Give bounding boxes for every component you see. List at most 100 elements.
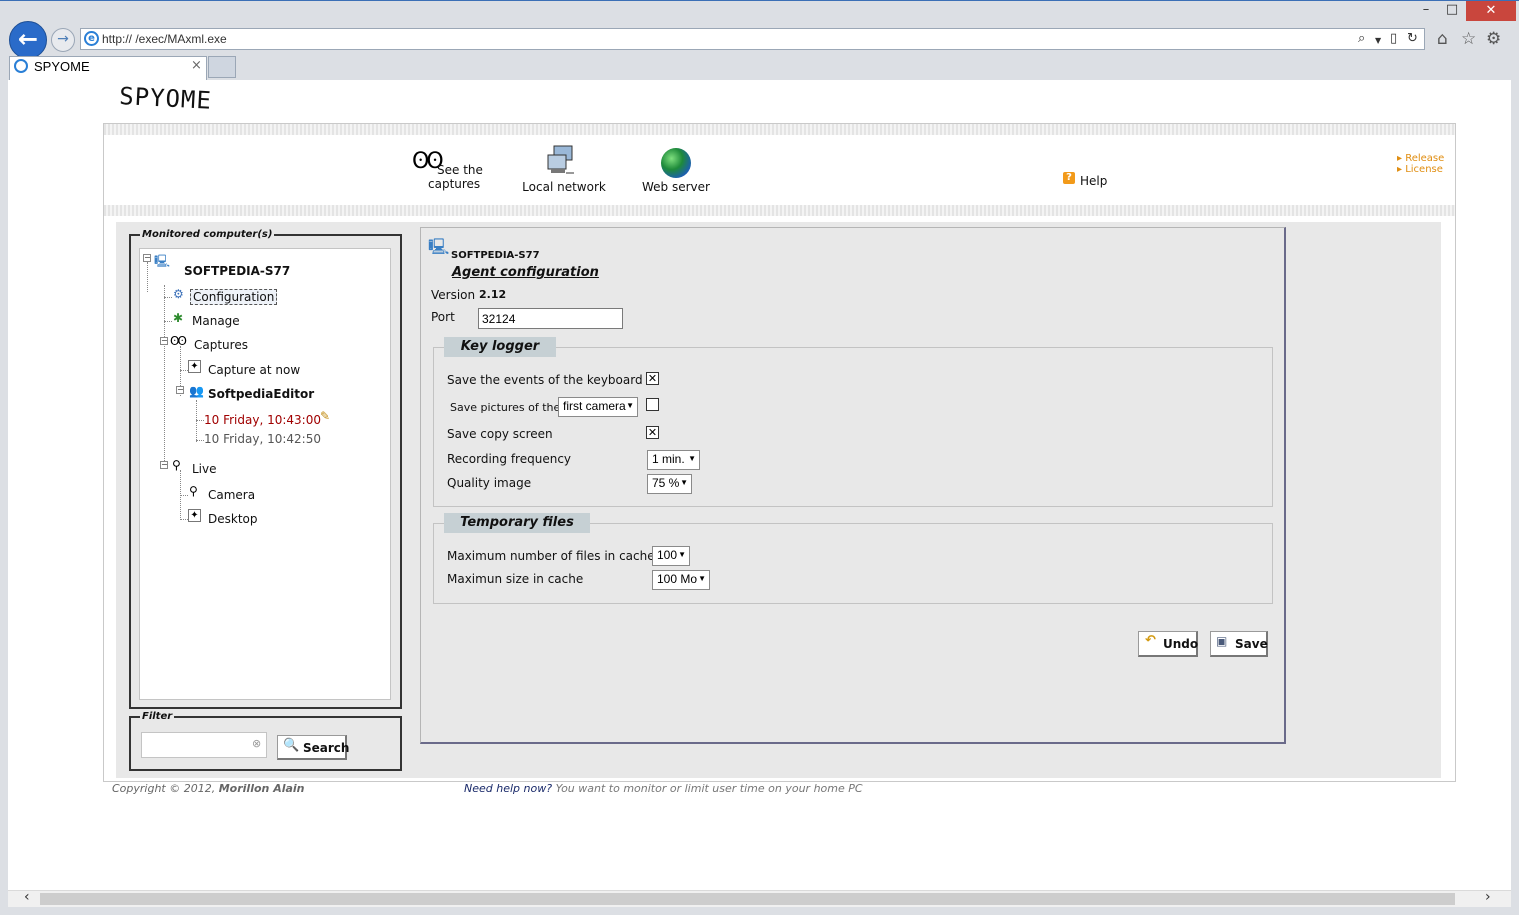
globe-icon[interactable]: [661, 148, 691, 178]
dropdown-icon[interactable]: ▼: [1375, 36, 1381, 45]
tree-live[interactable]: Live: [192, 462, 217, 476]
scrollbar-thumb[interactable]: [40, 893, 1455, 905]
search-icon[interactable]: ⌕: [1358, 31, 1365, 46]
back-button[interactable]: ←: [9, 21, 47, 59]
tree-line: [164, 321, 172, 322]
tab-close-icon[interactable]: ×: [191, 58, 202, 73]
address-bar[interactable]: [80, 28, 1425, 50]
filter-legend: Filter: [140, 711, 175, 722]
search-button[interactable]: 🔍 Search: [277, 735, 350, 760]
computer-icon: 🖳: [428, 237, 450, 256]
compat-icon[interactable]: ▯: [1390, 31, 1397, 46]
copy-screen-checkbox[interactable]: ✕: [646, 426, 659, 439]
filter-input[interactable]: [141, 732, 267, 758]
tree-manage[interactable]: Manage: [192, 314, 240, 328]
users-icon: 👥: [189, 384, 204, 398]
key-logger-title: Key logger: [444, 337, 556, 357]
favorites-star-icon[interactable]: ☆: [1461, 29, 1476, 49]
footer-help: Need help now? You want to monitor or li…: [464, 782, 863, 795]
tree-capture-entry[interactable]: 10 Friday, 10:42:50: [204, 432, 321, 446]
copyright-label: Copyright © 2012,: [112, 782, 216, 795]
chevron-down-icon: ▼: [678, 550, 686, 559]
header-stripe-top: [104, 124, 1455, 135]
license-link[interactable]: ▸ License: [1397, 164, 1443, 175]
nav-local-network[interactable]: Local network: [516, 180, 612, 194]
camera-select[interactable]: first camera ▼: [558, 397, 638, 417]
tree-desktop[interactable]: Desktop: [208, 512, 258, 526]
header-band: [103, 123, 1456, 217]
version-value: 2.12: [479, 288, 507, 301]
tree-camera[interactable]: Camera: [208, 488, 255, 502]
window-frame-left: [0, 80, 8, 915]
port-input[interactable]: [478, 308, 623, 329]
max-size-select-value: 100 Mo: [657, 572, 698, 586]
frequency-select[interactable]: 1 min. ▼: [647, 450, 700, 470]
max-files-select[interactable]: 100 ▼: [652, 546, 690, 566]
keyboard-events-checkbox[interactable]: ✕: [646, 372, 659, 385]
collapse-toggle[interactable]: −: [160, 461, 168, 469]
chevron-down-icon: ▼: [698, 574, 706, 583]
webcam-icon: ⚲: [189, 484, 198, 498]
help-link[interactable]: Help: [1080, 174, 1107, 188]
release-link[interactable]: ▸ Release: [1397, 153, 1444, 164]
collapse-toggle[interactable]: −: [176, 386, 184, 394]
save-pictures-checkbox[interactable]: [646, 398, 659, 411]
tree-capture-entry[interactable]: 10 Friday, 10:43:00: [204, 413, 321, 427]
quality-select[interactable]: 75 % ▼: [647, 474, 692, 494]
key-logger-group: [433, 347, 1273, 507]
arrow-right-icon: →: [57, 31, 69, 47]
collapse-toggle[interactable]: −: [160, 337, 168, 345]
scroll-left-icon[interactable]: ‹: [24, 889, 30, 905]
nav-web-server[interactable]: Web server: [636, 180, 716, 194]
max-size-select[interactable]: 100 Mo ▼: [652, 570, 710, 590]
new-tab-button[interactable]: [208, 56, 236, 78]
tree-line: [164, 285, 165, 469]
ie-tab-icon: [14, 59, 28, 73]
agent-computer-name: SOFTPEDIA-S77: [451, 250, 540, 261]
monitored-computers-legend: Monitored computer(s): [140, 229, 275, 240]
frequency-select-value: 1 min.: [652, 452, 685, 466]
port-label: Port: [431, 310, 455, 324]
window-frame-bottom: [0, 907, 1519, 915]
nav-captures-label: See the captures: [428, 163, 483, 191]
triangle-right-icon: ▸: [1397, 164, 1406, 175]
network-computer-icon[interactable]: [546, 145, 576, 177]
tree-line: [147, 262, 148, 292]
tree-computer[interactable]: SOFTPEDIA-S77: [184, 264, 290, 278]
clear-icon[interactable]: ⊗: [252, 737, 261, 750]
spyome-logo: SPYOME: [118, 82, 213, 115]
undo-button[interactable]: ↶ Undo: [1138, 631, 1198, 657]
tree-line: [196, 420, 204, 421]
floppy-disk-icon: ▣: [1216, 634, 1228, 648]
max-size-label: Maximun size in cache: [447, 572, 584, 586]
tree-line: [196, 440, 204, 441]
copy-screen-label: Save copy screen: [447, 427, 553, 441]
max-files-select-value: 100: [657, 548, 678, 562]
gear-icon: ⚙: [173, 287, 184, 301]
save-pictures-label: Save pictures of the: [450, 401, 561, 414]
tree-user[interactable]: SoftpediaEditor: [208, 387, 314, 401]
scroll-right-icon[interactable]: ›: [1485, 889, 1491, 905]
tree-captures[interactable]: Captures: [194, 338, 248, 352]
save-button[interactable]: ▣ Save: [1210, 631, 1268, 657]
copyright-text: Copyright © 2012, Morillon Alain: [112, 782, 305, 795]
address-text[interactable]: http:// /exec/MAxml.exe: [102, 32, 227, 46]
help-icon[interactable]: ?: [1063, 172, 1075, 184]
quality-select-value: 75 %: [652, 476, 680, 490]
collapse-toggle[interactable]: −: [143, 254, 151, 262]
tree-configuration[interactable]: Configuration: [190, 289, 278, 305]
refresh-icon[interactable]: ↻: [1407, 31, 1418, 46]
gear-icon[interactable]: ⚙: [1486, 29, 1501, 49]
save-button-label: Save: [1235, 637, 1268, 651]
close-window-button[interactable]: ✕: [1466, 1, 1516, 21]
search-button-label: Search: [303, 741, 350, 755]
home-icon[interactable]: ⌂: [1437, 29, 1448, 49]
max-files-label: Maximum number of files in cache: [447, 549, 655, 563]
help-now-link[interactable]: Need help now?: [464, 782, 552, 795]
forward-button[interactable]: →: [51, 28, 75, 52]
nav-captures[interactable]: See the captures: [428, 163, 500, 191]
manage-icon: ✱: [173, 311, 184, 325]
tree-line: [164, 297, 172, 298]
triangle-right-icon: ▸: [1397, 153, 1406, 164]
tree-capture-now[interactable]: Capture at now: [208, 363, 300, 377]
